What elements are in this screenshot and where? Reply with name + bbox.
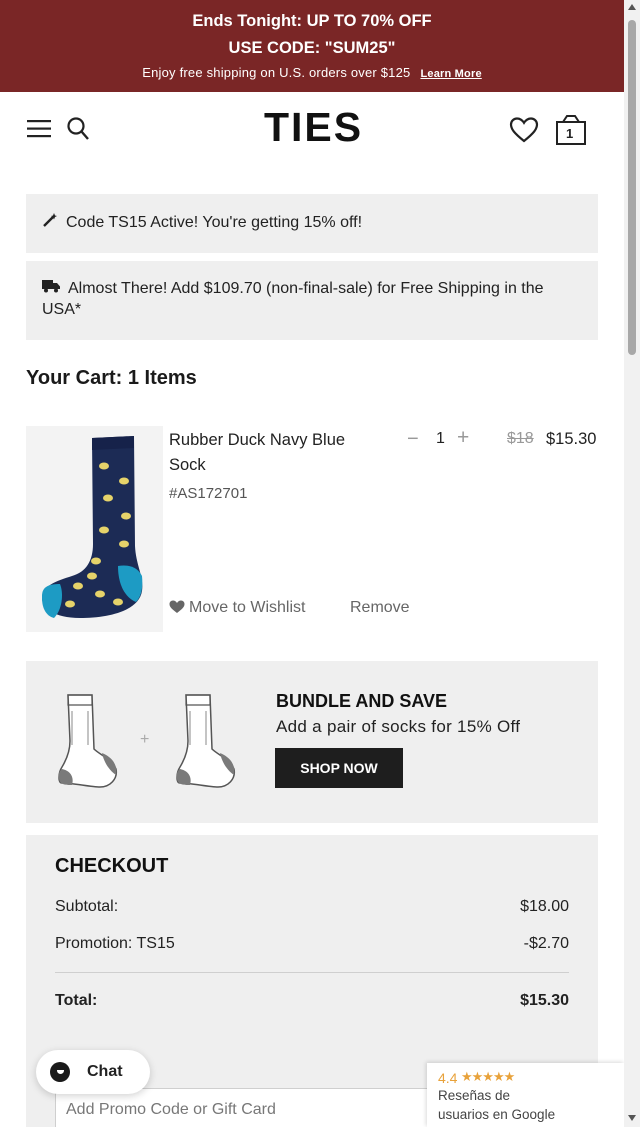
scroll-up-arrow-icon[interactable] — [628, 4, 636, 10]
promotion-value: -$2.70 — [523, 935, 569, 952]
promo-active-notice: Code TS15 Active! You're getting 15% off… — [26, 194, 598, 253]
shipping-offer: Enjoy free shipping on U.S. orders over … — [142, 65, 411, 80]
sock-outline-icon-2 — [176, 694, 236, 788]
learn-more-link[interactable]: Learn More — [420, 68, 481, 80]
search-icon[interactable] — [66, 116, 90, 142]
bundle-plus: + — [140, 731, 150, 748]
quantity-value[interactable]: 1 — [436, 430, 445, 448]
quantity-decrease-button[interactable]: − — [407, 428, 419, 451]
cart-count-badge: 1 — [566, 126, 574, 141]
product-sku: #AS172701 — [169, 485, 248, 502]
page-scrollbar[interactable] — [624, 0, 640, 1127]
scroll-down-arrow-icon[interactable] — [628, 1115, 636, 1121]
cart-bag-icon[interactable]: 1 — [555, 114, 587, 146]
move-to-wishlist-label: Move to Wishlist — [189, 599, 306, 616]
reviews-label-line1: Reseñas de — [438, 1088, 511, 1103]
heart-filled-icon — [169, 600, 185, 613]
checkout-title: CHECKOUT — [55, 855, 169, 877]
bundle-and-save-panel: + BUNDLE AND SAVE Add a pair of socks fo… — [26, 661, 598, 823]
heart-icon[interactable] — [509, 116, 539, 144]
promo-headline: Ends Tonight: UP TO 70% OFF — [192, 12, 432, 30]
product-image[interactable] — [26, 426, 163, 632]
review-score: 4.4 — [438, 1070, 458, 1086]
sale-price: $15.30 — [546, 430, 597, 448]
promotion-label: Promotion: TS15 — [55, 935, 175, 952]
total-value: $15.30 — [520, 992, 569, 1009]
chat-button[interactable]: Chat — [36, 1050, 150, 1094]
move-to-wishlist-button[interactable]: Move to Wishlist — [169, 599, 305, 617]
shipping-notice: Almost There! Add $109.70 (non-final-sal… — [26, 261, 598, 340]
truck-icon — [42, 278, 60, 299]
sock-illustration — [42, 436, 143, 618]
magic-wand-icon — [42, 212, 58, 234]
promo-code-text: USE CODE: "SUM25" — [228, 39, 396, 57]
cart-title: Your Cart: 1 Items — [26, 367, 197, 389]
subtotal-label: Subtotal: — [55, 898, 119, 915]
promo-shipping-text: Enjoy free shipping on U.S. orders over … — [0, 65, 624, 80]
bundle-title: BUNDLE AND SAVE — [276, 691, 448, 711]
shop-now-button[interactable]: SHOP NOW — [275, 748, 403, 788]
sock-outline-icon — [58, 694, 118, 788]
promo-banner: Ends Tonight: UP TO 70% OFF USE CODE: "S… — [0, 0, 624, 92]
reviews-label-line2: usuarios en Google — [438, 1107, 556, 1122]
chat-bubble-icon — [50, 1062, 70, 1082]
scrollbar-thumb[interactable] — [628, 20, 636, 355]
bundle-subtitle: Add a pair of socks for 15% Off — [276, 717, 521, 736]
remove-item-button[interactable]: Remove — [350, 599, 410, 617]
google-reviews-badge[interactable]: 4.4 ★★★★★ Reseñas de usuarios en Google — [427, 1063, 624, 1127]
quantity-increase-button[interactable]: + — [457, 426, 469, 450]
subtotal-value: $18.00 — [520, 898, 569, 915]
site-logo[interactable]: TIES — [264, 104, 363, 151]
hamburger-menu-icon[interactable] — [26, 118, 52, 140]
shipping-text: Almost There! Add $109.70 (non-final-sal… — [42, 280, 544, 319]
product-name[interactable]: Rubber Duck Navy Blue Sock — [169, 428, 379, 478]
promo-active-text: Code TS15 Active! You're getting 15% off… — [66, 214, 363, 232]
checkout-divider — [55, 972, 569, 973]
chat-label: Chat — [87, 1063, 123, 1080]
original-price: $18 — [507, 430, 534, 447]
star-rating-icon: ★★★★★ — [461, 1069, 515, 1084]
total-label: Total: — [55, 992, 98, 1009]
